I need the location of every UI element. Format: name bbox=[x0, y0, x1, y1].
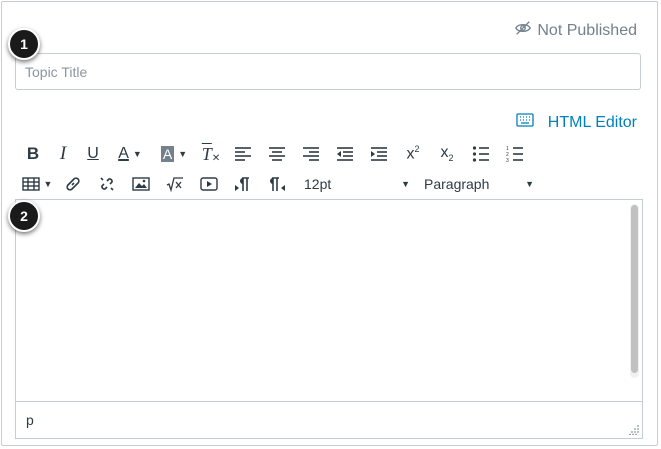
eye-slash-icon bbox=[514, 19, 532, 42]
unlink-button[interactable] bbox=[90, 170, 124, 198]
media-icon bbox=[200, 177, 218, 191]
chevron-down-icon: ▼ bbox=[525, 179, 534, 189]
align-left-icon bbox=[235, 147, 251, 161]
table-icon bbox=[21, 177, 40, 191]
paragraph-ltr-icon bbox=[235, 177, 249, 191]
text-color-icon: A bbox=[118, 145, 129, 162]
rich-text-editor-body[interactable] bbox=[15, 199, 643, 401]
italic-button[interactable]: I bbox=[48, 140, 78, 168]
indent-button[interactable] bbox=[362, 140, 396, 168]
discussion-editor-panel: Not Published 1 HTML Editor B I U A ▼ A … bbox=[1, 1, 658, 446]
publish-status[interactable]: Not Published bbox=[514, 19, 637, 42]
superscript-icon: x2 bbox=[406, 144, 420, 163]
subscript-button[interactable]: x2 bbox=[430, 140, 464, 168]
chevron-down-icon: ▼ bbox=[132, 149, 142, 159]
text-color-button[interactable]: A ▼ bbox=[108, 140, 152, 168]
html-editor-link[interactable]: HTML Editor bbox=[516, 113, 637, 132]
superscript-button[interactable]: x2 bbox=[396, 140, 430, 168]
step-badge-2: 2 bbox=[8, 200, 40, 232]
toolbar-row-formatting: B I U A ▼ A ▼ T ✕ x2 x2 1 2 3 bbox=[18, 140, 532, 168]
bold-button[interactable]: B bbox=[18, 140, 48, 168]
editor-statusbar: p bbox=[15, 401, 643, 439]
background-color-button[interactable]: A ▼ bbox=[152, 140, 196, 168]
keyboard-icon bbox=[516, 113, 534, 132]
font-size-value: 12pt bbox=[304, 176, 332, 192]
format-select[interactable]: Paragraph ▼ bbox=[420, 170, 538, 198]
svg-text:3: 3 bbox=[506, 158, 509, 163]
link-icon bbox=[66, 177, 80, 191]
topic-title-input[interactable] bbox=[15, 53, 641, 90]
paragraph-rtl-icon bbox=[270, 177, 285, 191]
insert-math-button[interactable] bbox=[158, 170, 192, 198]
align-left-button[interactable] bbox=[226, 140, 260, 168]
toolbar-row-insert: ▼ 12pt ▼ Paragraph ▼ bbox=[18, 170, 538, 198]
italic-icon: I bbox=[59, 143, 67, 164]
subscript-icon: x2 bbox=[440, 144, 454, 164]
numbered-list-icon: 123 bbox=[506, 146, 523, 163]
align-center-icon bbox=[269, 147, 285, 161]
align-center-button[interactable] bbox=[260, 140, 294, 168]
table-button[interactable]: ▼ bbox=[18, 170, 56, 198]
clear-formatting-button[interactable]: T ✕ bbox=[196, 140, 226, 168]
numbered-list-button[interactable]: 123 bbox=[498, 140, 532, 168]
square-root-icon bbox=[166, 177, 183, 193]
align-right-icon bbox=[303, 147, 319, 161]
underline-icon: U bbox=[87, 145, 99, 162]
insert-link-button[interactable] bbox=[56, 170, 90, 198]
image-icon bbox=[132, 177, 150, 191]
chevron-down-icon: ▼ bbox=[401, 179, 410, 189]
clear-formatting-icon: T bbox=[201, 143, 212, 164]
ltr-button[interactable] bbox=[226, 170, 260, 198]
format-value: Paragraph bbox=[424, 176, 490, 192]
background-color-icon: A bbox=[160, 146, 175, 162]
element-path[interactable]: p bbox=[26, 412, 34, 428]
resize-handle-icon[interactable] bbox=[629, 425, 639, 435]
unlink-icon bbox=[100, 177, 114, 191]
align-right-button[interactable] bbox=[294, 140, 328, 168]
outdent-icon bbox=[337, 147, 353, 161]
font-size-select[interactable]: 12pt ▼ bbox=[300, 170, 414, 198]
bold-icon: B bbox=[26, 144, 40, 163]
editor-scrollbar-thumb[interactable] bbox=[631, 205, 638, 373]
insert-image-button[interactable] bbox=[124, 170, 158, 198]
publish-status-label: Not Published bbox=[537, 21, 637, 39]
bulleted-list-button[interactable] bbox=[464, 140, 498, 168]
chevron-down-icon: ▼ bbox=[178, 149, 188, 159]
outdent-button[interactable] bbox=[328, 140, 362, 168]
indent-icon bbox=[371, 147, 387, 161]
step-badge-1: 1 bbox=[8, 28, 40, 60]
underline-button[interactable]: U bbox=[78, 140, 108, 168]
chevron-down-icon: ▼ bbox=[43, 179, 53, 189]
rtl-button[interactable] bbox=[260, 170, 294, 198]
html-editor-label: HTML Editor bbox=[547, 113, 637, 131]
insert-media-button[interactable] bbox=[192, 170, 226, 198]
bulleted-list-icon bbox=[472, 146, 489, 162]
editor-scrollbar[interactable] bbox=[630, 204, 639, 378]
